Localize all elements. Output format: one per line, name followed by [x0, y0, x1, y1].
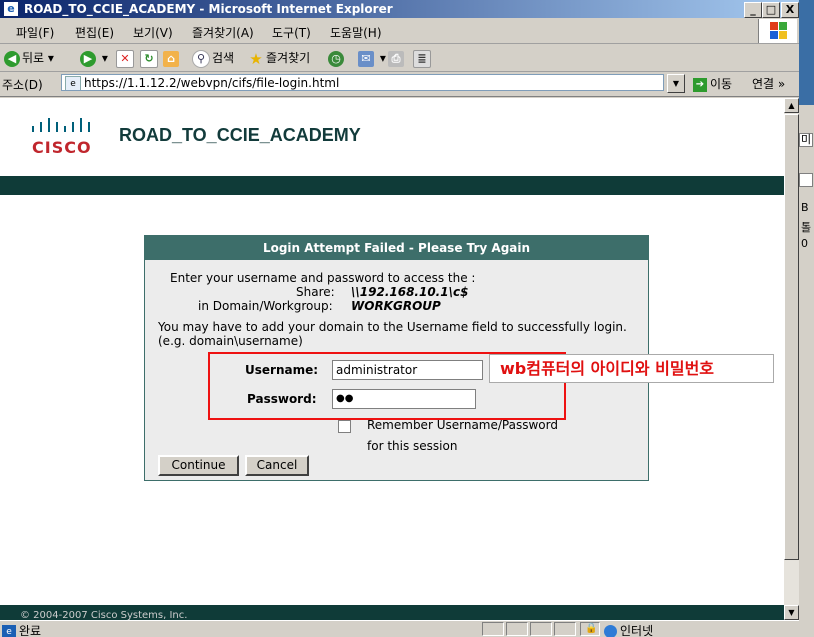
- search-label: 검색: [212, 51, 235, 65]
- mail-icon: ✉: [358, 50, 374, 67]
- footer-bar: © 2004-2007 Cisco Systems, Inc.: [0, 605, 784, 620]
- login-intro: Enter your username and password to acce…: [170, 271, 476, 285]
- status-cell-3: [530, 622, 552, 636]
- remember-label: Remember Username/Password: [367, 418, 558, 432]
- domain-example: (e.g. domain\username): [158, 334, 303, 348]
- ie-icon: e: [4, 2, 18, 16]
- menu-edit[interactable]: 편집(E): [75, 24, 114, 41]
- cisco-logo-text: CISCO: [32, 138, 92, 157]
- status-text-area: e 완료: [2, 622, 41, 637]
- lock-cell: 🔒: [580, 622, 600, 636]
- home-icon: ⌂: [163, 50, 179, 67]
- home-button[interactable]: ⌂: [163, 48, 181, 68]
- favorites-label: 즐겨찾기: [266, 51, 311, 65]
- search-icon: ⚲: [192, 49, 210, 68]
- copyright: © 2004-2007 Cisco Systems, Inc.: [20, 610, 188, 620]
- close-button[interactable]: X: [781, 2, 799, 18]
- edit-page-icon: ≣: [413, 49, 431, 68]
- zone-label: 인터넷: [620, 624, 654, 637]
- menu-tools[interactable]: 도구(T): [272, 24, 311, 41]
- scroll-down-button[interactable]: ▼: [784, 605, 799, 620]
- refresh-icon: ↻: [140, 49, 158, 68]
- header-band: [0, 176, 784, 195]
- edit-page-button[interactable]: ≣: [413, 48, 433, 68]
- menu-bar: 파일(F) 편집(E) 보기(V) 즐겨찾기(A) 도구(T) 도움말(H): [0, 19, 799, 44]
- toolbar: ◀ 뒤로 ▾ ▶ ▾ ✕ ↻ ⌂ ⚲ 검색 ★ 즐겨찾기 ◷ ✉ ▾ ⎙ ≣: [0, 44, 799, 72]
- minimize-button[interactable]: _: [744, 2, 762, 18]
- maximize-button[interactable]: □: [762, 2, 780, 18]
- continue-button[interactable]: Continue: [158, 455, 239, 476]
- status-cell-1: [482, 622, 504, 636]
- address-label: 주소(D): [2, 78, 43, 92]
- refresh-button[interactable]: ↻: [140, 48, 160, 68]
- remember-checkbox[interactable]: [338, 420, 351, 433]
- address-dropdown-button[interactable]: ▼: [667, 74, 685, 93]
- stop-button[interactable]: ✕: [116, 48, 136, 68]
- domain-label: in Domain/Workgroup:: [198, 299, 333, 313]
- domain-hint: You may have to add your domain to the U…: [158, 320, 627, 334]
- internet-globe-icon: [604, 625, 617, 637]
- title-bar: e ROAD_TO_CCIE_ACADEMY - Microsoft Inter…: [0, 0, 799, 18]
- history-icon: ◷: [328, 50, 344, 67]
- status-bar: e 완료 🔒 인터넷: [0, 620, 799, 637]
- favorites-button[interactable]: ★ 즐겨찾기: [248, 48, 310, 68]
- menu-favorites[interactable]: 즐겨찾기(A): [192, 24, 254, 41]
- links-button[interactable]: 연결 »: [752, 75, 785, 92]
- browser-window: e ROAD_TO_CCIE_ACADEMY - Microsoft Inter…: [0, 0, 799, 637]
- history-button[interactable]: ◷: [328, 48, 346, 68]
- site-title: ROAD_TO_CCIE_ACADEMY: [119, 125, 361, 145]
- forward-button[interactable]: ▶ ▾: [80, 48, 108, 68]
- mail-button[interactable]: ✉ ▾: [358, 48, 386, 68]
- share-value: \\192.168.10.1\c$: [351, 285, 469, 299]
- page-status-icon: e: [2, 624, 16, 637]
- share-label: Share:: [296, 285, 335, 299]
- menu-help[interactable]: 도움말(H): [330, 24, 382, 41]
- background-window-dropdown: [799, 173, 813, 187]
- star-icon: ★: [249, 49, 263, 68]
- windows-logo-icon: [758, 19, 797, 43]
- menu-view[interactable]: 보기(V): [133, 24, 173, 41]
- stop-icon: ✕: [116, 49, 134, 68]
- address-url: https://1.1.12.2/webvpn/cifs/file-login.…: [84, 76, 340, 90]
- status-text: 완료: [19, 624, 42, 637]
- print-icon: ⎙: [388, 50, 404, 67]
- go-arrow-icon: ➔: [693, 77, 707, 92]
- lock-icon: 🔒: [585, 623, 598, 634]
- status-cell-2: [506, 622, 528, 636]
- domain-value: WORKGROUP: [351, 299, 441, 313]
- login-panel-heading: Login Attempt Failed - Please Try Again: [145, 236, 648, 260]
- forward-arrow-icon: ▶: [80, 50, 96, 67]
- scroll-up-button[interactable]: ▲: [784, 98, 799, 113]
- vertical-scrollbar[interactable]: ▲ ▼: [784, 98, 799, 620]
- cisco-logo: CISCO: [26, 116, 96, 157]
- go-label: 이동: [710, 77, 733, 91]
- links-label: 연결: [752, 77, 775, 91]
- annotation-callout: wb컴퓨터의 아이디와 비밀번호: [489, 354, 774, 383]
- menu-file[interactable]: 파일(F): [16, 24, 54, 41]
- zone-indicator: 인터넷: [604, 622, 653, 637]
- scroll-thumb[interactable]: [784, 114, 799, 560]
- cancel-button[interactable]: Cancel: [245, 455, 309, 476]
- page-icon: e: [65, 76, 81, 90]
- remember-label-line2: for this session: [367, 439, 458, 453]
- address-input[interactable]: e https://1.1.12.2/webvpn/cifs/file-logi…: [61, 74, 664, 91]
- back-button[interactable]: ◀ 뒤로 ▾: [4, 48, 54, 68]
- status-cell-4: [554, 622, 576, 636]
- go-button[interactable]: ➔ 이동: [693, 75, 732, 92]
- page-content: CISCO ROAD_TO_CCIE_ACADEMY Login Attempt…: [0, 98, 784, 620]
- print-button[interactable]: ⎙: [388, 48, 406, 68]
- back-arrow-icon: ◀: [4, 50, 20, 67]
- search-button[interactable]: ⚲ 검색: [192, 48, 234, 68]
- window-title: ROAD_TO_CCIE_ACADEMY - Microsoft Interne…: [24, 2, 393, 16]
- back-label: 뒤로: [22, 51, 45, 65]
